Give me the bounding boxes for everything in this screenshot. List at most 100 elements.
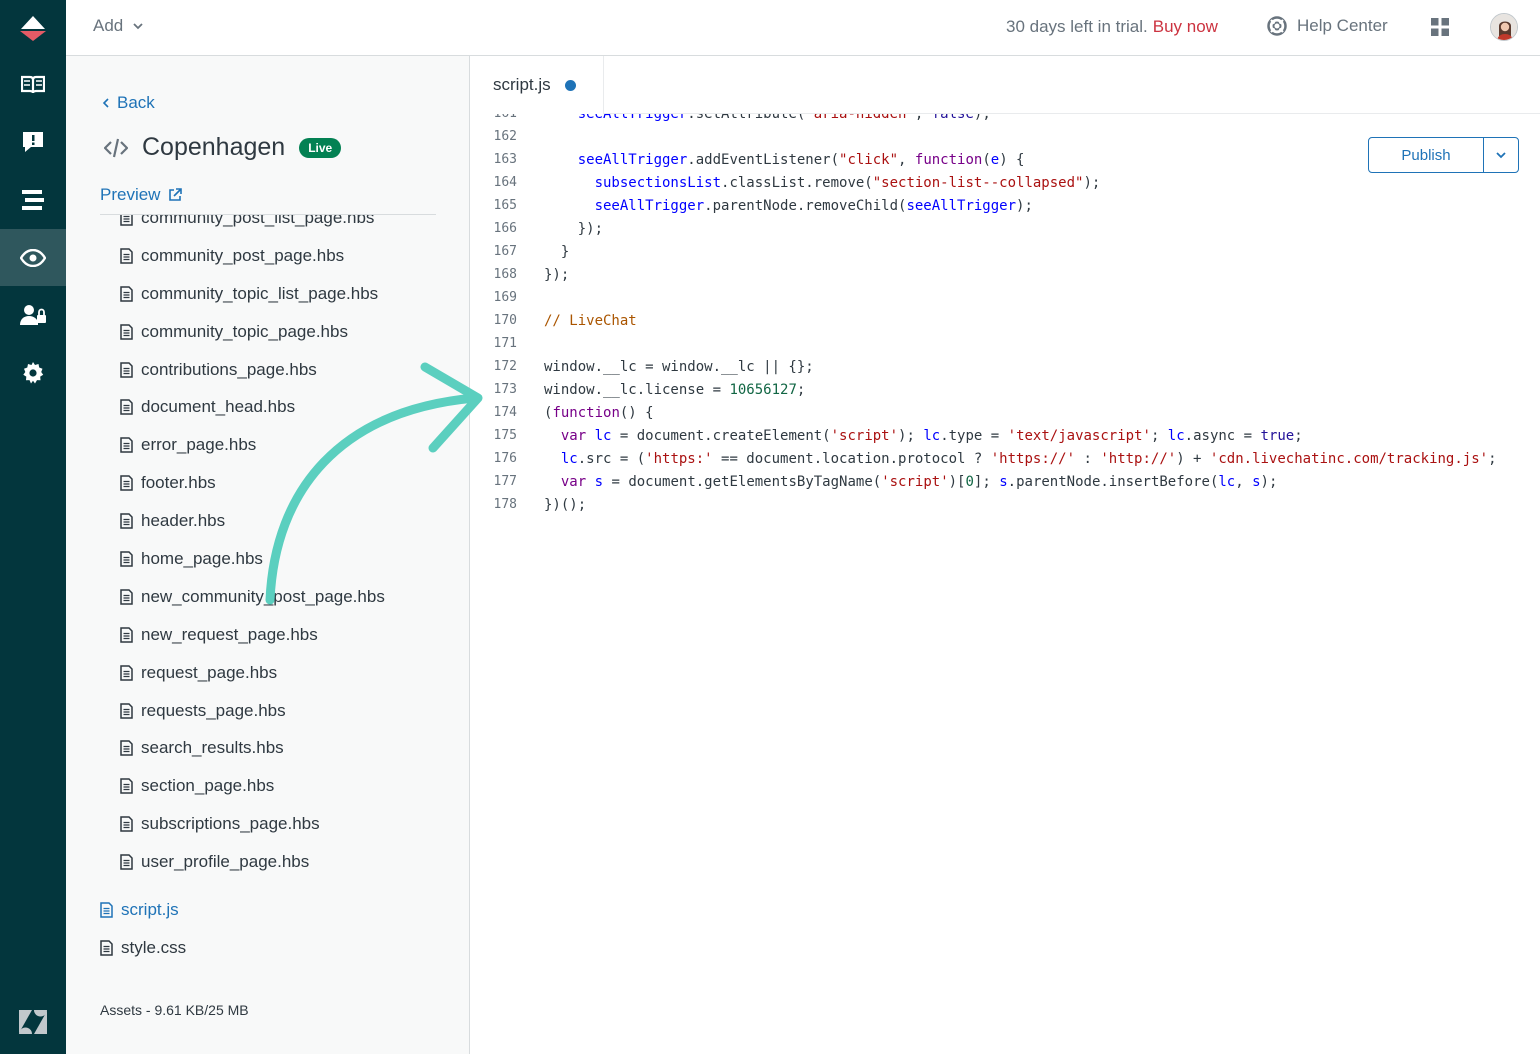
line-number: 177 (493, 474, 517, 489)
help-center-button[interactable]: Help Center (1267, 16, 1388, 36)
file-icon (120, 778, 133, 795)
tab-label: script.js (493, 75, 551, 94)
file-item[interactable]: community_topic_page.hbs (100, 313, 436, 351)
code-line[interactable]: 168}); (470, 263, 1540, 286)
avatar[interactable] (1490, 13, 1518, 41)
file-item[interactable]: community_post_list_page.hbs (100, 215, 436, 237)
file-icon (120, 816, 133, 832)
file-item[interactable]: community_topic_list_page.hbs (100, 275, 436, 313)
publish-options-button[interactable] (1484, 138, 1518, 172)
file-item[interactable]: contributions_page.hbs (100, 351, 436, 389)
file-icon (100, 940, 113, 956)
code-line[interactable]: 177 var s = document.getElementsByTagNam… (470, 470, 1540, 493)
code-line[interactable]: 166 }); (470, 217, 1540, 240)
code-line[interactable]: 171 (470, 332, 1540, 355)
add-menu-button[interactable]: Add (93, 16, 143, 36)
line-number: 173 (493, 382, 517, 397)
file-item[interactable]: new_community_post_page.hbs (100, 578, 436, 616)
buy-now-link[interactable]: Buy now (1153, 17, 1218, 36)
chevron-down-icon (1496, 151, 1506, 158)
trial-text: 30 days left in trial. (1006, 17, 1148, 36)
code-line[interactable]: 176 lc.src = ('https:' == document.locat… (470, 447, 1540, 470)
line-number: 176 (493, 451, 517, 466)
root-file-item[interactable]: style.css (100, 929, 436, 967)
line-number: 178 (493, 497, 517, 512)
publish-button[interactable]: Publish (1369, 138, 1484, 172)
chevron-left-icon (102, 98, 109, 108)
file-name: contributions_page.hbs (141, 359, 317, 379)
guide-icon[interactable] (0, 56, 66, 113)
file-icon (120, 740, 133, 757)
file-item[interactable]: community_post_page.hbs (100, 237, 436, 275)
zendesk-z-icon[interactable] (0, 1000, 66, 1044)
file-item[interactable]: user_profile_page.hbs (100, 843, 436, 881)
file-name: subscriptions_page.hbs (141, 814, 320, 834)
code-line[interactable]: 167 } (470, 240, 1540, 263)
file-name: script.js (121, 900, 179, 919)
file-icon (120, 361, 133, 378)
file-item[interactable]: document_head.hbs (100, 388, 436, 426)
file-name: section_page.hbs (141, 776, 275, 796)
zendesk-logo-icon[interactable] (0, 0, 66, 56)
file-item[interactable]: request_page.hbs (100, 654, 436, 692)
theme-files-panel: Back Copenhagen Live Preview community_p… (66, 56, 470, 1054)
line-number: 164 (493, 175, 517, 190)
add-label: Add (93, 16, 124, 35)
code-area[interactable]: 161 seeAllTrigger.setAttribute("aria-hid… (470, 114, 1540, 1054)
file-item[interactable]: requests_page.hbs (100, 692, 436, 730)
file-name: header.hbs (141, 511, 226, 531)
root-file-item[interactable]: script.js (100, 891, 436, 929)
code-text: }); (544, 220, 604, 237)
code-text: (function() { (544, 404, 654, 421)
file-icon (100, 902, 113, 918)
help-center-label: Help Center (1297, 16, 1388, 35)
code-text: window.__lc = window.__lc || {}; (544, 358, 814, 375)
external-link-icon (169, 188, 183, 201)
file-icon (120, 399, 133, 416)
back-link[interactable]: Back (102, 93, 155, 113)
code-line[interactable]: 173 window.__lc.license = 10656127; (470, 378, 1540, 401)
file-item[interactable]: footer.hbs (100, 464, 436, 502)
code-line[interactable]: 165 seeAllTrigger.parentNode.removeChild… (470, 194, 1540, 217)
root-file-list: script.js style.css (100, 891, 436, 967)
product-tray-icon[interactable] (1431, 18, 1449, 41)
file-name: new_community_post_page.hbs (141, 586, 385, 606)
code-line[interactable]: 172 window.__lc = window.__lc || {}; (470, 355, 1540, 378)
template-file-list[interactable]: community_post_list_page.hbs community_po… (100, 214, 436, 904)
line-number: 162 (493, 129, 517, 144)
eye-icon[interactable] (0, 229, 66, 286)
arrange-icon[interactable] (0, 171, 66, 228)
file-item[interactable]: new_request_page.hbs (100, 616, 436, 654)
file-item[interactable]: subscriptions_page.hbs (100, 805, 436, 843)
file-item[interactable]: search_results.hbs (100, 729, 436, 767)
file-name: community_topic_list_page.hbs (141, 283, 379, 303)
code-icon (104, 138, 128, 157)
file-name: footer.hbs (141, 473, 216, 493)
feedback-icon[interactable] (0, 113, 66, 170)
code-line[interactable]: 178 })(); (470, 493, 1540, 516)
code-line[interactable]: 170 // LiveChat (470, 309, 1540, 332)
code-text: subsectionsList.classList.remove("sectio… (594, 174, 1101, 191)
user-permissions-icon[interactable] (0, 286, 66, 343)
code-text: } (544, 243, 570, 260)
code-line[interactable]: 161 seeAllTrigger.setAttribute("aria-hid… (470, 114, 1540, 125)
file-item[interactable]: section_page.hbs (100, 767, 436, 805)
code-line[interactable]: 174 (function() { (470, 401, 1540, 424)
product-rail (0, 0, 66, 1054)
file-item[interactable]: home_page.hbs (100, 540, 436, 578)
preview-link[interactable]: Preview (100, 185, 183, 205)
code-text: })(); (544, 496, 587, 513)
file-item[interactable]: header.hbs (100, 502, 436, 540)
settings-icon[interactable] (0, 344, 66, 401)
code-line[interactable]: 169 (470, 286, 1540, 309)
live-badge: Live (299, 137, 342, 158)
chevron-down-icon (133, 22, 143, 29)
code-text: seeAllTrigger.setAttribute("aria-hidden"… (517, 114, 991, 122)
tab-script-js[interactable]: script.js (470, 56, 604, 114)
line-number: 161 (470, 114, 517, 121)
code-line[interactable]: 175 var lc = document.createElement('scr… (470, 424, 1540, 447)
code-line[interactable]: 164 subsectionsList.classList.remove("se… (470, 171, 1540, 194)
file-item[interactable]: error_page.hbs (100, 426, 436, 464)
file-name: requests_page.hbs (141, 700, 286, 720)
file-name: community_post_page.hbs (141, 245, 345, 265)
